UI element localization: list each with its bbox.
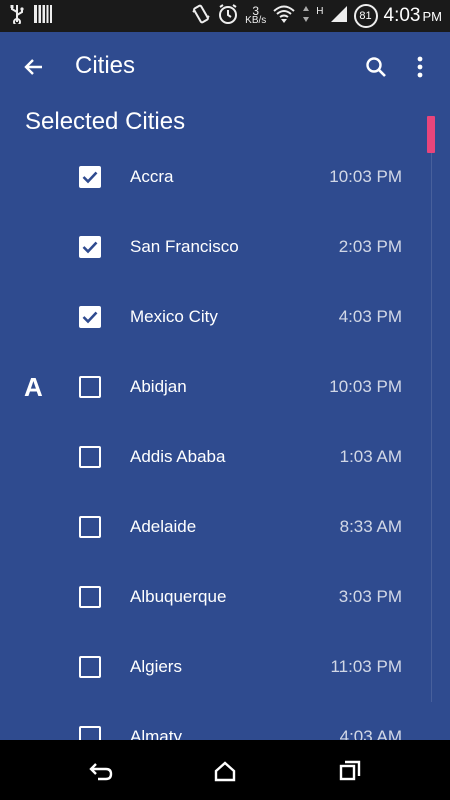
city-time: 10:03 PM [329,377,402,396]
city-checkbox[interactable] [79,726,101,740]
section-index-letter: A [24,372,43,402]
city-checkbox[interactable] [79,586,101,608]
city-time: 11:03 PM [330,657,402,676]
check-icon [82,171,98,184]
more-options-button[interactable] [404,49,436,85]
vibrate-icon [191,4,211,29]
cities-screen: Cities Selected Cities Accra 10:03 PM San … [0,32,450,740]
section-title: Selected Cities [25,108,186,135]
city-list: Accra 10:03 PM San Francisco 2:03 PM Mexico … [0,142,430,740]
network-speed: 3 KB/s [245,5,267,26]
home-icon [214,761,236,782]
city-time: 4:03 AM [339,727,402,740]
city-checkbox[interactable] [79,306,101,328]
city-time: 3:03 PM [338,587,402,606]
navigation-bar [0,740,450,800]
city-row[interactable]: Almaty 4:03 AM [0,702,430,740]
nav-home-button[interactable] [210,756,240,786]
wifi-icon [272,4,296,29]
city-checkbox[interactable] [79,446,101,468]
city-name: Addis Ababa [130,447,226,466]
city-checkbox[interactable] [79,236,101,258]
time-ampm: PM [422,9,443,24]
city-checkbox[interactable] [79,516,101,538]
city-row[interactable]: Mexico City 4:03 PM [0,282,430,352]
city-checkbox[interactable] [79,166,101,188]
time-value: 4:03 [383,5,421,26]
city-time: 10:03 PM [329,167,402,186]
search-button[interactable] [358,49,394,85]
signal-arrows-icon [302,4,310,29]
check-icon [82,241,98,254]
city-time: 1:03 AM [339,447,402,466]
alarm-icon [217,3,239,30]
city-name: Adelaide [130,517,197,536]
back-arrow-icon [24,59,42,75]
city-row[interactable]: Albuquerque 3:03 PM [0,562,430,632]
speed-unit: KB/s [245,15,267,26]
battery-indicator: 81 [353,4,378,28]
city-row[interactable]: Algiers 11:03 PM [0,632,430,702]
city-row[interactable]: Accra 10:03 PM [0,142,430,212]
status-time: 4:03 PM [384,5,442,27]
usb-icon [10,4,24,29]
city-name: Abidjan [130,377,187,396]
barcode-icon [34,4,52,29]
city-name: San Francisco [130,237,239,256]
recents-icon [339,760,361,781]
city-row[interactable]: Adelaide 8:33 AM [0,492,430,562]
back-icon [89,763,113,781]
status-bar: 3 KB/s H 81 4:03 PM [0,0,450,32]
city-name: Accra [130,167,174,186]
city-name: Algiers [130,657,182,676]
check-icon [82,311,98,324]
search-icon [366,57,386,77]
page-title: Cities [75,52,136,79]
nav-back-button[interactable] [86,756,116,786]
cell-signal-icon [330,5,348,28]
city-name: Mexico City [130,307,218,326]
city-checkbox[interactable] [79,656,101,678]
city-checkbox[interactable] [79,376,101,398]
scroll-track [431,142,432,702]
nav-recents-button[interactable] [335,756,365,786]
city-name: Albuquerque [130,587,227,606]
city-row[interactable]: A Abidjan 10:03 PM [0,352,430,422]
toolbar: Cities [0,32,450,102]
city-name: Almaty [130,727,182,740]
city-time: 2:03 PM [338,237,402,256]
city-time: 4:03 PM [338,307,402,326]
city-row[interactable]: Addis Ababa 1:03 AM [0,422,430,492]
more-vert-icon [417,56,423,78]
network-type: H [316,5,324,17]
back-button[interactable] [16,49,52,85]
city-row[interactable]: San Francisco 2:03 PM [0,212,430,282]
city-time: 8:33 AM [339,517,402,536]
